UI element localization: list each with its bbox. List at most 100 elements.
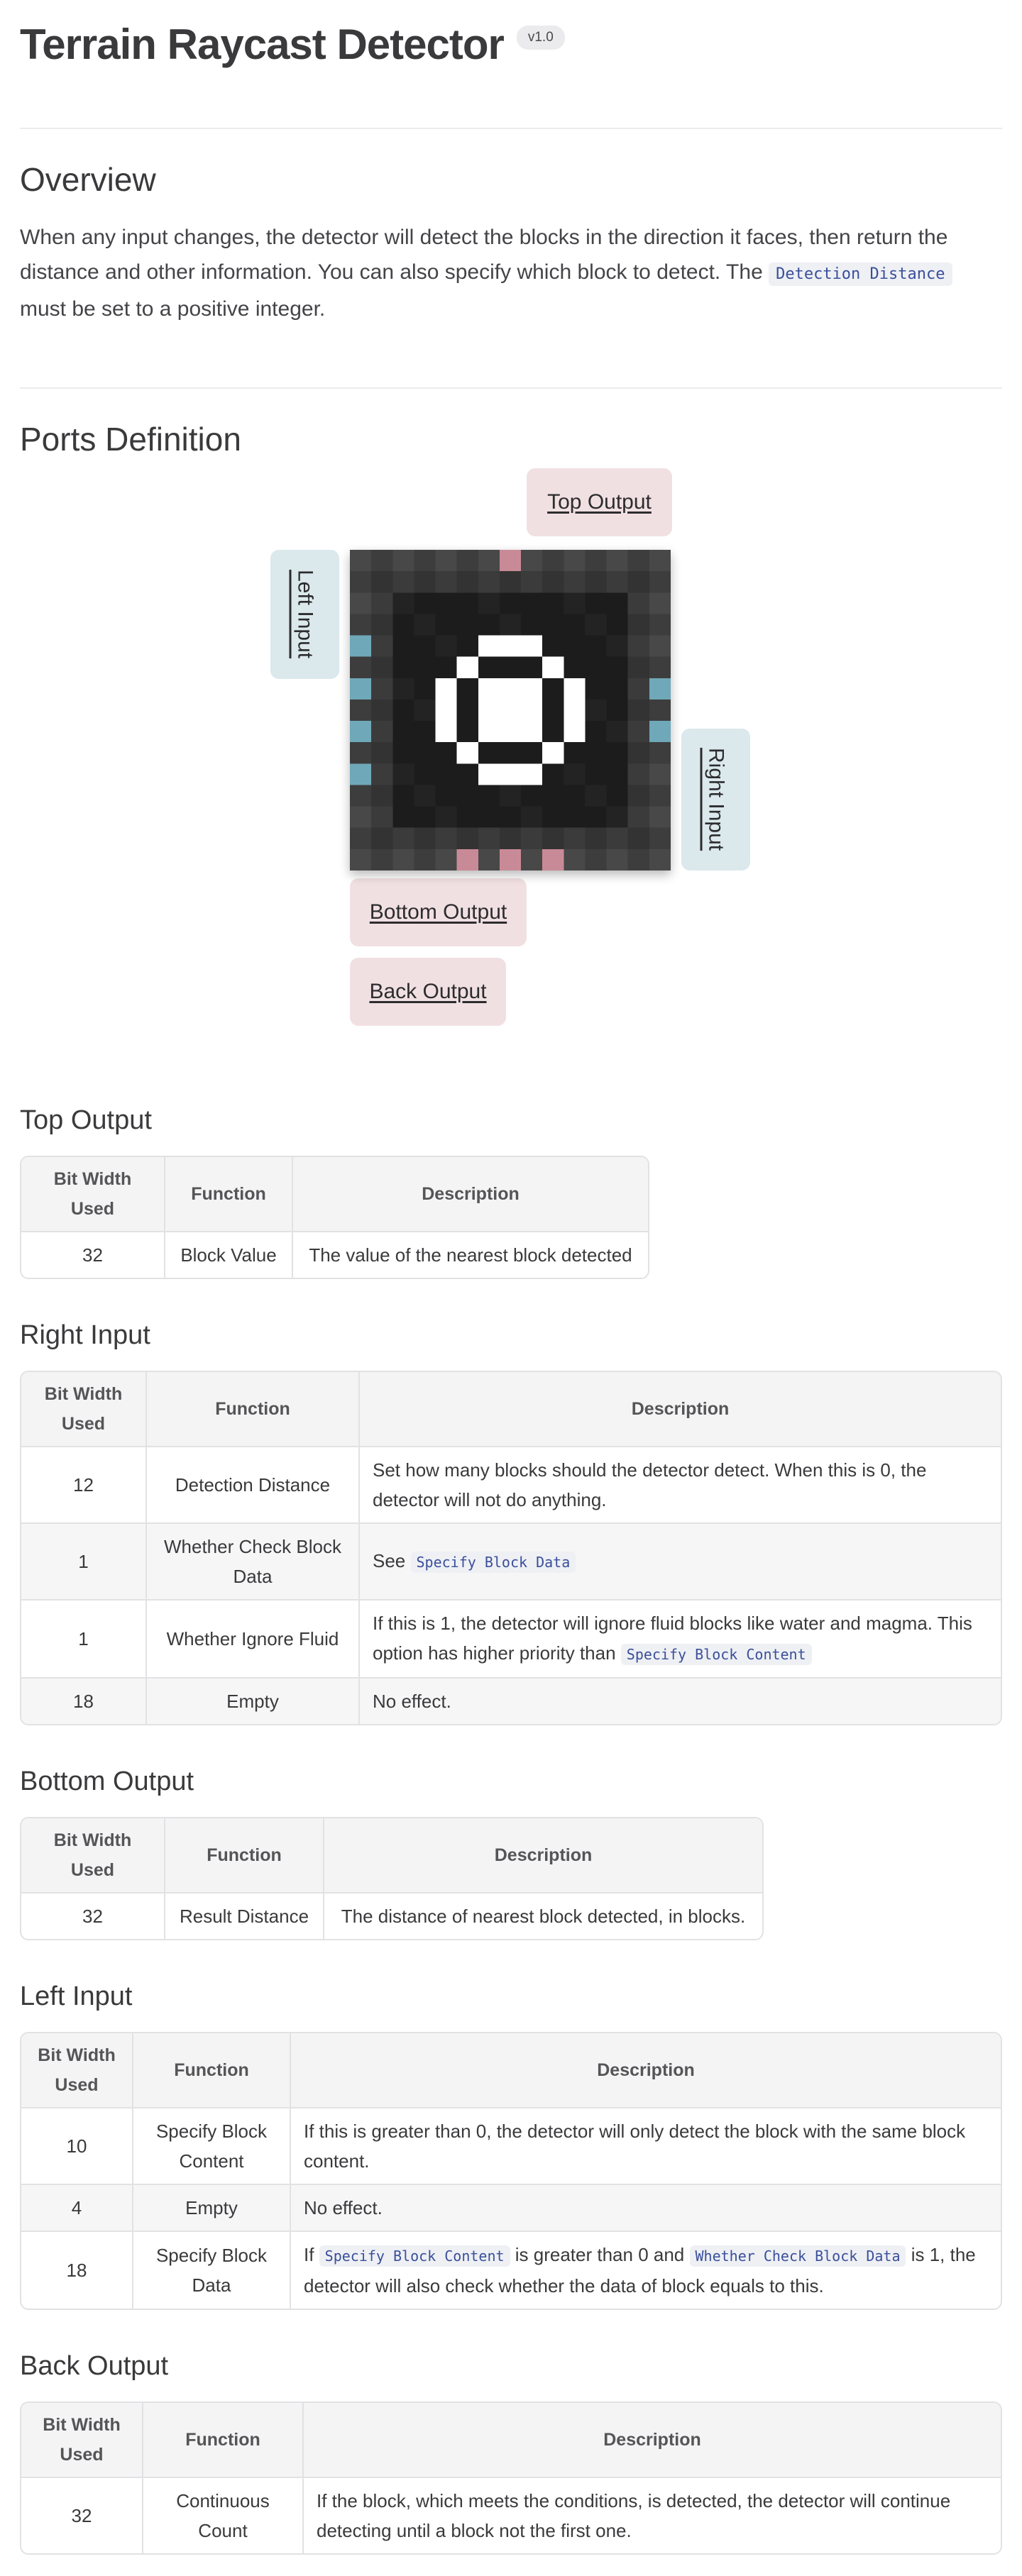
overview-text-after: must be set to a positive integer. — [20, 297, 326, 321]
bits-cell: 1 — [21, 1601, 147, 1679]
bottom-output-link[interactable]: Bottom Output — [350, 878, 527, 946]
specify-block-content-code: Specify Block Content — [319, 2245, 510, 2267]
description-cell: The value of the nearest block detected — [309, 1244, 632, 1266]
bits-cell: 1 — [21, 1524, 147, 1601]
whether-check-block-data-code: Whether Check Block Data — [689, 2245, 906, 2267]
version-badge: v1.0 — [516, 26, 565, 50]
page-title: Terrain Raycast Detector — [20, 20, 505, 68]
table-header-row: Bit Width Used Function Description — [21, 2033, 1001, 2108]
col-bit-width: Bit Width Used — [21, 1818, 165, 1894]
col-description: Description — [304, 2403, 1001, 2478]
table-header-row: Bit Width Used Function Description — [21, 1372, 1001, 1447]
bottom-output-section: Bottom Output Bit Width Used Function De… — [20, 1767, 1002, 1940]
overview-section: Overview When any input changes, the det… — [20, 129, 1002, 326]
top-output-section: Top Output Bit Width Used Function Descr… — [20, 1105, 1002, 1279]
col-bit-width: Bit Width Used — [21, 1157, 165, 1232]
detection-distance-code: Detection Distance — [769, 262, 952, 286]
table-row: 18 Empty No effect. — [21, 1679, 1001, 1724]
col-description: Description — [324, 1818, 762, 1894]
back-output-label: Back Output — [369, 980, 487, 1003]
description-cell: No effect. — [291, 2185, 1001, 2232]
detector-block-image — [350, 550, 671, 870]
back-output-section: Back Output Bit Width Used Function Desc… — [20, 2351, 1002, 2555]
col-function: Function — [165, 1157, 293, 1232]
bits-cell: 10 — [21, 2108, 133, 2185]
bits-cell: 18 — [21, 1679, 147, 1724]
bits-cell: 32 — [21, 1232, 165, 1278]
desc-text: is greater than 0 and — [510, 2244, 690, 2265]
function-cell: Continuous Count — [143, 2478, 304, 2553]
specify-block-content-code: Specify Block Content — [620, 1644, 812, 1665]
bits-cell: 32 — [21, 1894, 165, 1939]
description-cell: If this is greater than 0, the detector … — [291, 2108, 1001, 2185]
back-output-link[interactable]: Back Output — [350, 958, 506, 1026]
right-input-title: Right Input — [20, 1320, 150, 1350]
table-row: 4 Empty No effect. — [21, 2185, 1001, 2232]
left-input-link[interactable]: Left Input — [270, 550, 339, 679]
description-cell: If this is 1, the detector will ignore f… — [360, 1601, 1001, 1679]
left-input-title: Left Input — [20, 1981, 133, 2011]
function-cell: Specify Block Content — [133, 2108, 291, 2185]
function-cell: Whether Ignore Fluid — [147, 1601, 360, 1679]
function-cell: Empty — [133, 2185, 291, 2232]
table-row: 32 Result Distance The distance of neare… — [21, 1894, 762, 1939]
bottom-output-title: Bottom Output — [20, 1767, 194, 1796]
function-cell: Whether Check Block Data — [147, 1524, 360, 1601]
col-description: Description — [293, 1157, 648, 1232]
back-output-title: Back Output — [20, 2351, 169, 2381]
port-diagram: Top Output Left Input Right Input Bottom… — [20, 467, 1002, 1105]
top-output-link[interactable]: Top Output — [527, 468, 672, 536]
description-cell: The distance of nearest block detected, … — [341, 1906, 746, 1927]
function-cell: Result Distance — [165, 1894, 324, 1939]
function-cell: Block Value — [165, 1232, 293, 1278]
bits-cell: 12 — [21, 1447, 147, 1524]
col-description: Description — [360, 1372, 1001, 1447]
ports-section: Ports Definition Top Output Left Input R… — [20, 389, 1002, 1105]
page-header: Terrain Raycast Detector v1.0 — [20, 0, 1002, 88]
left-input-section: Left Input Bit Width Used Function Descr… — [20, 1981, 1002, 2310]
table-header-row: Bit Width Used Function Description — [21, 1818, 762, 1894]
table-header-row: Bit Width Used Function Description — [21, 1157, 648, 1232]
left-input-label: Left Input — [293, 570, 317, 659]
right-input-table: Bit Width Used Function Description 12 D… — [20, 1371, 1002, 1725]
table-row: 12 Detection Distance Set how many block… — [21, 1447, 1001, 1524]
top-output-table: Bit Width Used Function Description 32 B… — [20, 1156, 649, 1279]
top-output-title: Top Output — [20, 1105, 152, 1135]
table-row: 32 Block Value The value of the nearest … — [21, 1232, 648, 1278]
left-input-table: Bit Width Used Function Description 10 S… — [20, 2032, 1002, 2310]
right-input-section: Right Input Bit Width Used Function Desc… — [20, 1320, 1002, 1725]
top-output-label: Top Output — [547, 490, 652, 514]
table-header-row: Bit Width Used Function Description — [21, 2403, 1001, 2478]
bits-cell: 4 — [21, 2185, 133, 2232]
back-output-table: Bit Width Used Function Description 32 C… — [20, 2401, 1002, 2555]
bottom-output-table: Bit Width Used Function Description 32 R… — [20, 1817, 764, 1940]
col-bit-width: Bit Width Used — [21, 1372, 147, 1447]
bits-cell: 32 — [21, 2478, 143, 2553]
desc-text: If — [304, 2244, 319, 2265]
specify-block-data-code: Specify Block Data — [410, 1552, 576, 1573]
right-input-label: Right Input — [704, 748, 728, 851]
table-row: 1 Whether Ignore Fluid If this is 1, the… — [21, 1601, 1001, 1679]
table-row: 18 Specify Block Data If Specify Block C… — [21, 2232, 1001, 2309]
col-function: Function — [143, 2403, 304, 2478]
table-row: 32 Continuous Count If the block, which … — [21, 2478, 1001, 2553]
right-input-link[interactable]: Right Input — [681, 729, 750, 870]
table-row: 10 Specify Block Content If this is grea… — [21, 2108, 1001, 2185]
bottom-output-label: Bottom Output — [369, 900, 507, 924]
description-cell: If Specify Block Content is greater than… — [291, 2232, 1001, 2309]
function-cell: Specify Block Data — [133, 2232, 291, 2309]
table-row: 1 Whether Check Block Data See Specify B… — [21, 1524, 1001, 1601]
col-description: Description — [291, 2033, 1001, 2108]
desc-text: See — [373, 1550, 411, 1571]
overview-heading: Overview — [20, 161, 156, 198]
bits-cell: 18 — [21, 2232, 133, 2309]
col-function: Function — [133, 2033, 291, 2108]
col-function: Function — [165, 1818, 324, 1894]
function-cell: Detection Distance — [147, 1447, 360, 1524]
function-cell: Empty — [147, 1679, 360, 1724]
col-bit-width: Bit Width Used — [21, 2403, 143, 2478]
col-function: Function — [147, 1372, 360, 1447]
description-cell: No effect. — [360, 1679, 1001, 1724]
description-cell: Set how many blocks should the detector … — [360, 1447, 1001, 1524]
description-cell: See Specify Block Data — [360, 1524, 1001, 1601]
